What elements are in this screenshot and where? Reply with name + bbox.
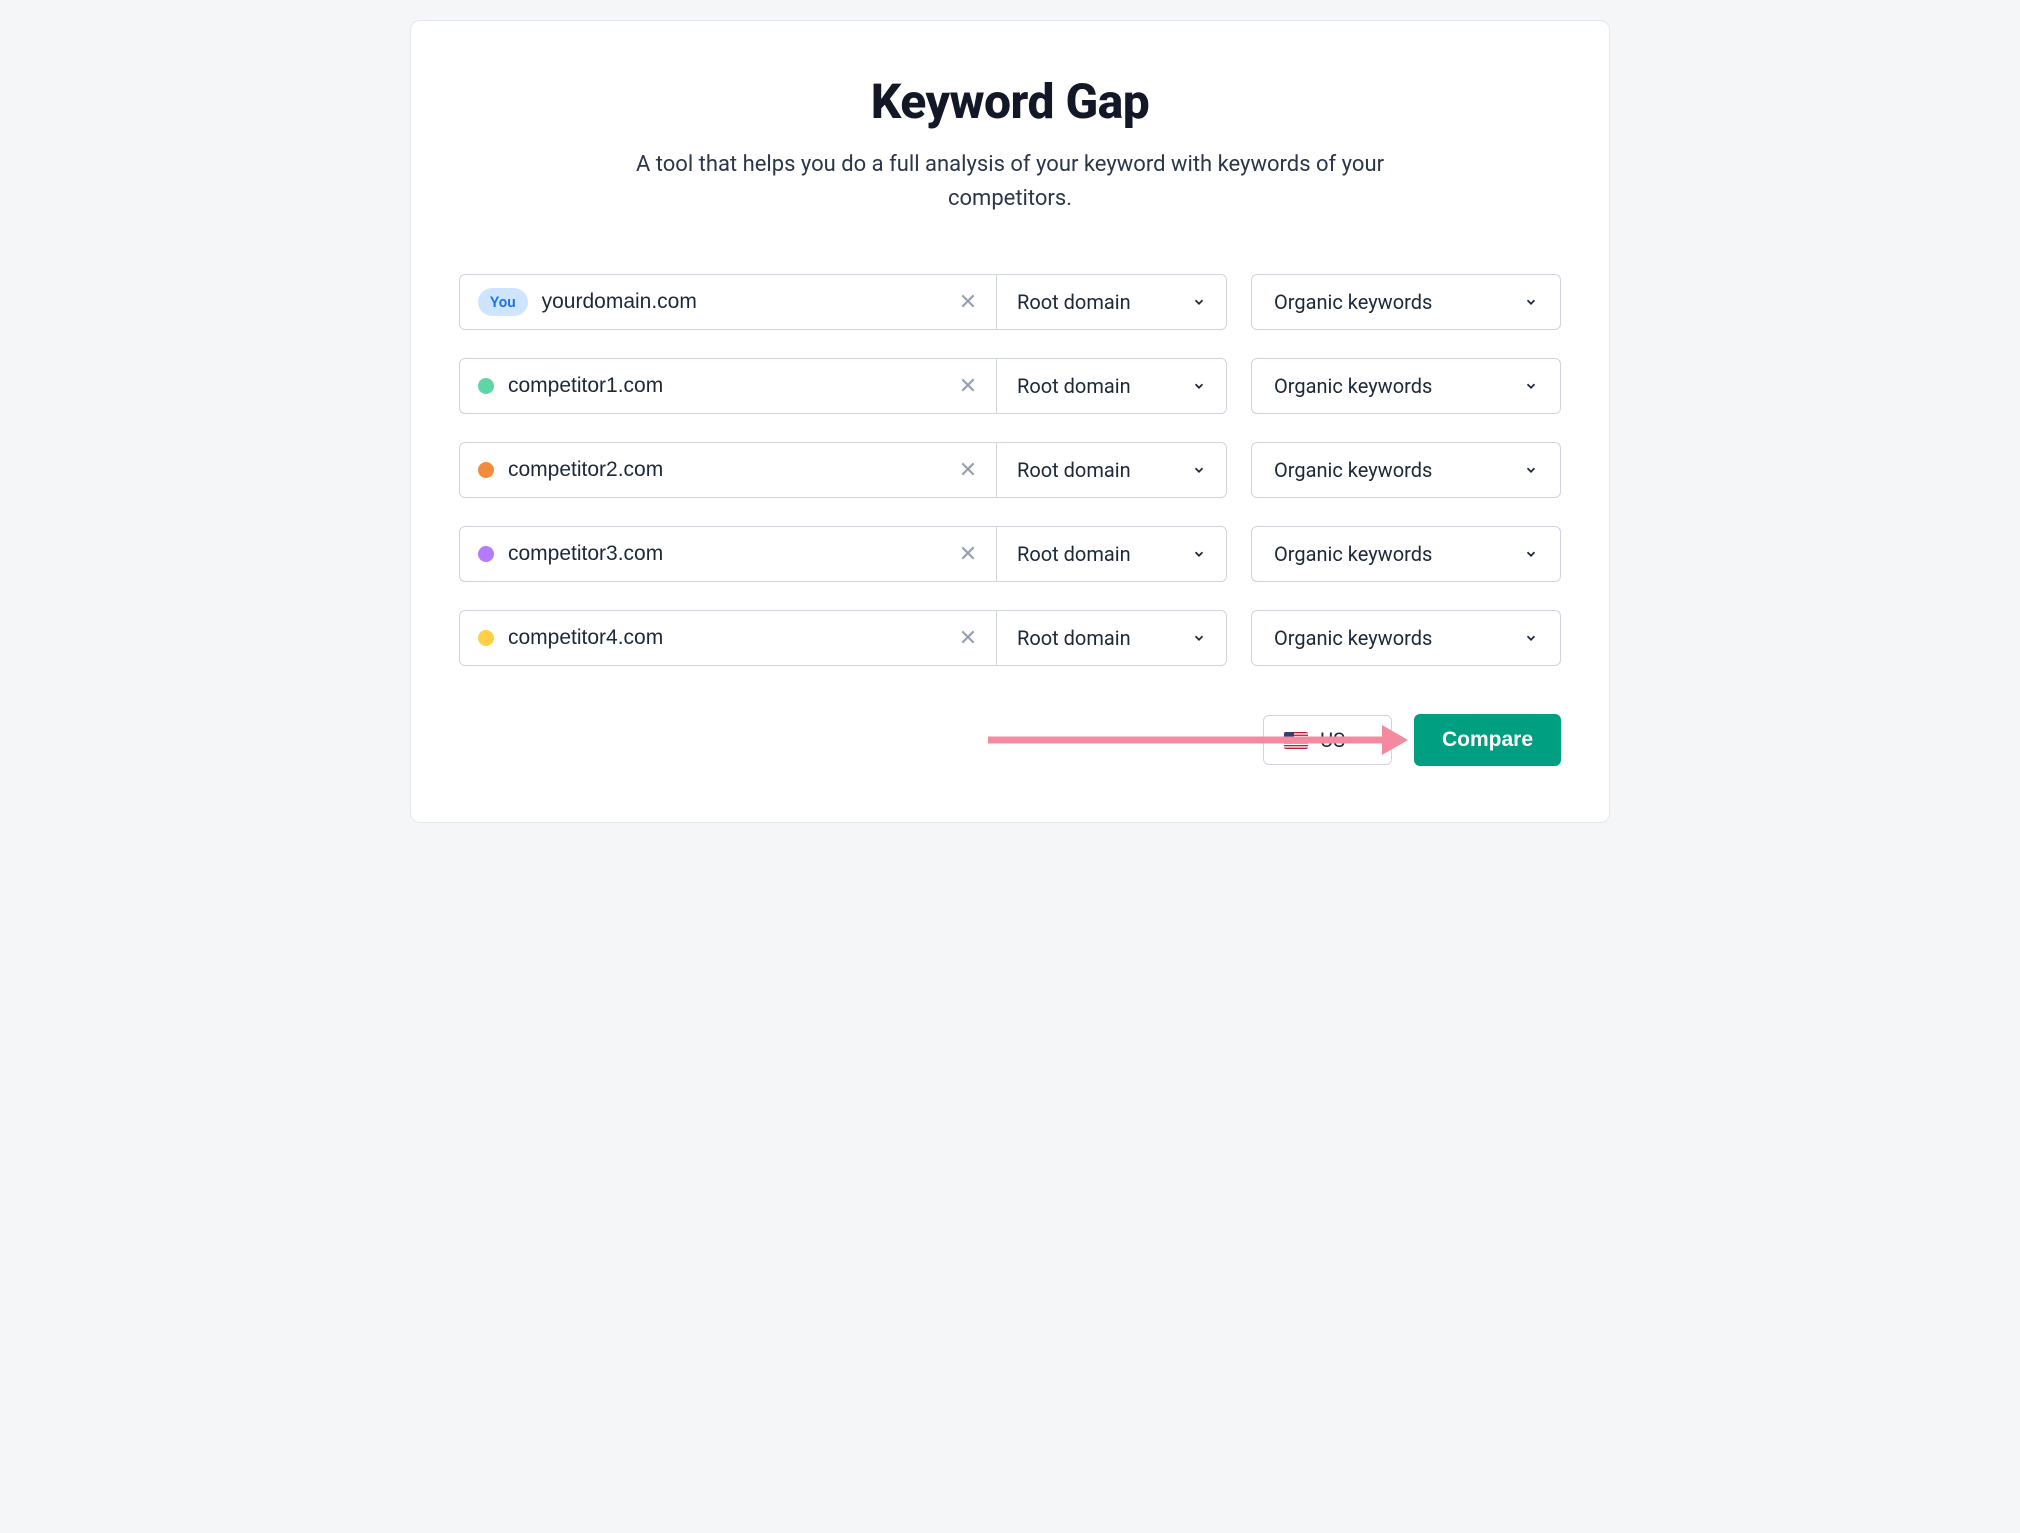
- chevron-down-icon: [1524, 631, 1538, 645]
- page-title: Keyword Gap: [459, 73, 1561, 130]
- domain-input[interactable]: [508, 443, 940, 497]
- domain-rows: You ✕ Root domain Organic keywords: [459, 274, 1561, 666]
- scope-select[interactable]: Root domain: [996, 359, 1226, 413]
- keyword-type-label: Organic keywords: [1274, 542, 1432, 566]
- competitor-dot-icon: [478, 462, 494, 478]
- chevron-down-icon: [1524, 463, 1538, 477]
- close-icon: ✕: [959, 458, 977, 483]
- scope-select[interactable]: Root domain: [996, 527, 1226, 581]
- scope-label: Root domain: [1017, 626, 1131, 650]
- keyword-type-label: Organic keywords: [1274, 458, 1432, 482]
- keyword-type-select[interactable]: Organic keywords: [1251, 274, 1561, 330]
- scope-label: Root domain: [1017, 374, 1131, 398]
- chevron-down-icon: [1524, 547, 1538, 561]
- keyword-gap-panel: Keyword Gap A tool that helps you do a f…: [410, 20, 1610, 823]
- close-icon: ✕: [959, 374, 977, 399]
- domain-input[interactable]: [508, 611, 940, 665]
- domain-input-left: [460, 443, 940, 497]
- us-flag-icon: [1284, 732, 1308, 749]
- domain-input-wrap: ✕ Root domain: [459, 442, 1227, 498]
- domain-input-left: [460, 611, 940, 665]
- chevron-down-icon: [1192, 463, 1206, 477]
- competitor-dot-icon: [478, 630, 494, 646]
- scope-label: Root domain: [1017, 542, 1131, 566]
- domain-input-left: [460, 359, 940, 413]
- domain-input-wrap: You ✕ Root domain: [459, 274, 1227, 330]
- keyword-type-select[interactable]: Organic keywords: [1251, 610, 1561, 666]
- chevron-down-icon: [1192, 379, 1206, 393]
- domain-input[interactable]: [508, 359, 940, 413]
- domain-row: ✕ Root domain Organic keywords: [459, 442, 1561, 498]
- close-icon: ✕: [959, 626, 977, 651]
- keyword-type-select[interactable]: Organic keywords: [1251, 442, 1561, 498]
- competitor-dot-icon: [478, 378, 494, 394]
- scope-select[interactable]: Root domain: [996, 443, 1226, 497]
- country-label: US: [1320, 728, 1345, 752]
- you-badge: You: [478, 288, 528, 316]
- close-icon: ✕: [959, 290, 977, 315]
- country-select[interactable]: US: [1263, 715, 1392, 765]
- footer-row: US Compare: [459, 714, 1561, 766]
- scope-select[interactable]: Root domain: [996, 611, 1226, 665]
- scope-label: Root domain: [1017, 458, 1131, 482]
- keyword-type-select[interactable]: Organic keywords: [1251, 358, 1561, 414]
- scope-select[interactable]: Root domain: [996, 275, 1226, 329]
- keyword-type-label: Organic keywords: [1274, 290, 1432, 314]
- compare-button[interactable]: Compare: [1414, 714, 1561, 766]
- chevron-down-icon: [1192, 547, 1206, 561]
- chevron-down-icon: [1524, 379, 1538, 393]
- clear-input-button[interactable]: ✕: [940, 275, 996, 329]
- scope-label: Root domain: [1017, 290, 1131, 314]
- keyword-type-select[interactable]: Organic keywords: [1251, 526, 1561, 582]
- domain-row: ✕ Root domain Organic keywords: [459, 610, 1561, 666]
- domain-input-wrap: ✕ Root domain: [459, 526, 1227, 582]
- clear-input-button[interactable]: ✕: [940, 443, 996, 497]
- domain-input[interactable]: [542, 275, 940, 329]
- domain-input[interactable]: [508, 527, 940, 581]
- domain-row: ✕ Root domain Organic keywords: [459, 358, 1561, 414]
- chevron-down-icon: [1192, 631, 1206, 645]
- chevron-down-icon: [1357, 733, 1371, 747]
- domain-row: ✕ Root domain Organic keywords: [459, 526, 1561, 582]
- clear-input-button[interactable]: ✕: [940, 611, 996, 665]
- page-subtitle: A tool that helps you do a full analysis…: [600, 148, 1420, 216]
- chevron-down-icon: [1192, 295, 1206, 309]
- domain-row: You ✕ Root domain Organic keywords: [459, 274, 1561, 330]
- domain-input-left: [460, 527, 940, 581]
- domain-input-left: You: [460, 275, 940, 329]
- keyword-type-label: Organic keywords: [1274, 626, 1432, 650]
- domain-input-wrap: ✕ Root domain: [459, 610, 1227, 666]
- clear-input-button[interactable]: ✕: [940, 527, 996, 581]
- keyword-type-label: Organic keywords: [1274, 374, 1432, 398]
- clear-input-button[interactable]: ✕: [940, 359, 996, 413]
- competitor-dot-icon: [478, 546, 494, 562]
- close-icon: ✕: [959, 542, 977, 567]
- domain-input-wrap: ✕ Root domain: [459, 358, 1227, 414]
- chevron-down-icon: [1524, 295, 1538, 309]
